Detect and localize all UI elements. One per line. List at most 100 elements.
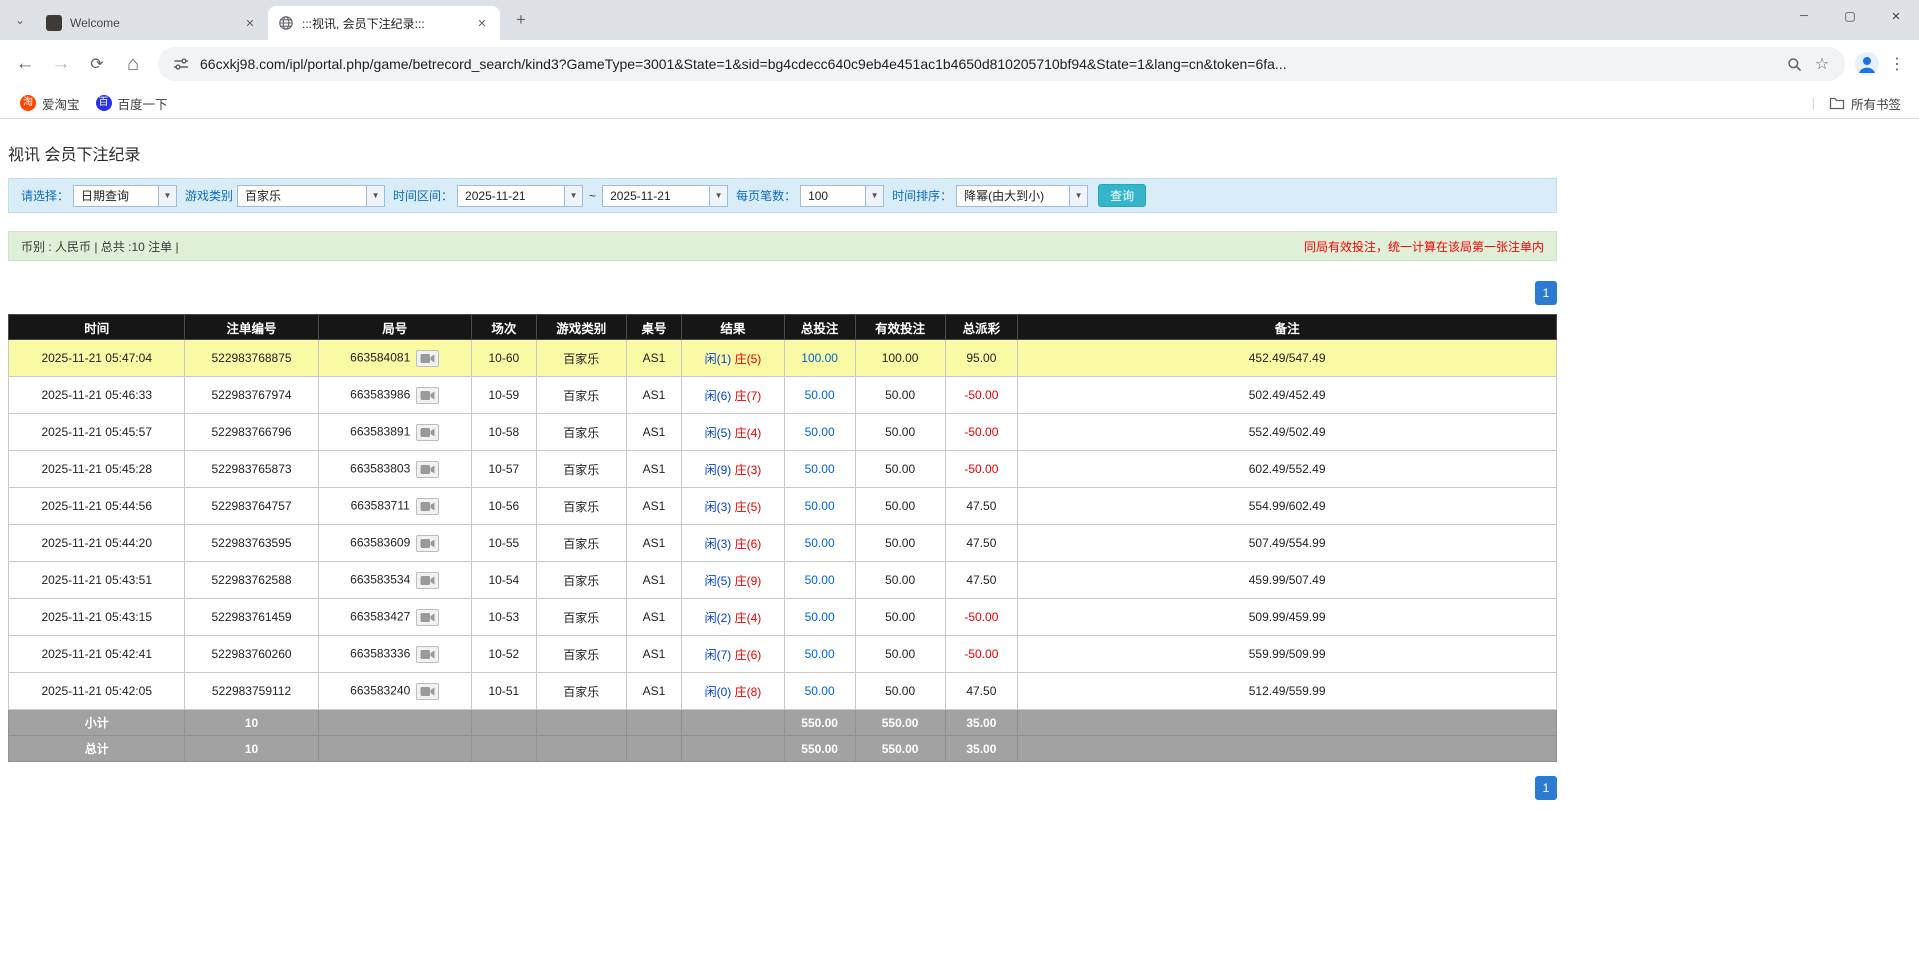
cell-table-no: AS1: [626, 599, 682, 636]
per-page-label: 每页笔数：: [736, 187, 796, 204]
chevron-down-icon[interactable]: ▼: [564, 186, 582, 206]
bookmark-star-icon[interactable]: ☆: [1811, 53, 1833, 75]
cell-session: 10-59: [471, 377, 536, 414]
column-header: 注单编号: [185, 315, 318, 340]
total-bet-link[interactable]: 50.00: [805, 388, 835, 402]
bookmark-baidu[interactable]: 百 百度一下: [88, 91, 176, 116]
video-replay-icon[interactable]: [416, 609, 439, 626]
tab-search-chevron-icon[interactable]: ⌄: [8, 8, 32, 32]
cell-bet-id: 522983766796: [185, 414, 318, 451]
sum-empty: [318, 710, 471, 736]
video-replay-icon[interactable]: [416, 572, 439, 589]
video-replay-icon[interactable]: [416, 646, 439, 663]
total-bet-link[interactable]: 50.00: [805, 536, 835, 550]
page-1-button[interactable]: 1: [1535, 776, 1557, 800]
cell-round: 663583336: [318, 636, 471, 673]
cell-total-bet: 50.00: [784, 525, 855, 562]
tab-close-icon[interactable]: ✕: [242, 15, 258, 31]
cell-round: 663583891: [318, 414, 471, 451]
cell-note: 602.49/552.49: [1018, 451, 1557, 488]
video-replay-icon[interactable]: [416, 387, 439, 404]
tab-close-icon[interactable]: ✕: [474, 15, 490, 31]
sum-count: 10: [185, 736, 318, 762]
cell-bet-id: 522983759112: [185, 673, 318, 710]
column-header: 有效投注: [855, 315, 945, 340]
total-bet-link[interactable]: 50.00: [805, 425, 835, 439]
cell-time: 2025-11-21 05:42:41: [9, 636, 185, 673]
game-type-select[interactable]: 百家乐 ▼: [237, 185, 385, 207]
cell-table-no: AS1: [626, 451, 682, 488]
chevron-down-icon[interactable]: ▼: [366, 186, 384, 206]
cell-table-no: AS1: [626, 562, 682, 599]
round-number: 663583711: [351, 498, 410, 512]
zoom-icon[interactable]: [1783, 53, 1805, 75]
sort-select[interactable]: 降幂(由大到小) ▼: [956, 185, 1088, 207]
video-replay-icon[interactable]: [416, 535, 439, 552]
page-body: 视讯 会员下注纪录 请选择： 日期查询 ▼ 游戏类别 百家乐 ▼ 时间区间： 2…: [0, 119, 1919, 969]
forward-icon[interactable]: →: [44, 47, 78, 81]
window-close-button[interactable]: ✕: [1873, 0, 1919, 32]
cell-table-no: AS1: [626, 525, 682, 562]
result-player: 闲(7): [705, 648, 732, 662]
video-replay-icon[interactable]: [416, 683, 439, 700]
date-from-input[interactable]: 2025-11-21 ▼: [457, 185, 583, 207]
total-bet-link[interactable]: 50.00: [805, 462, 835, 476]
cell-time: 2025-11-21 05:44:56: [9, 488, 185, 525]
url-omnibox[interactable]: 66cxkj98.com/ipl/portal.php/game/betreco…: [158, 47, 1845, 81]
cell-total-bet: 50.00: [784, 636, 855, 673]
chevron-down-icon[interactable]: ▼: [1069, 186, 1087, 206]
query-button[interactable]: 查询: [1098, 184, 1146, 207]
tab-title: Welcome: [70, 16, 236, 30]
all-bookmarks-button[interactable]: 所有书签: [1823, 91, 1907, 116]
sort-label: 时间排序：: [892, 187, 952, 204]
chrome-menu-icon[interactable]: ⋮: [1883, 50, 1911, 78]
chevron-down-icon[interactable]: ▼: [158, 186, 176, 206]
result-player: 闲(9): [705, 463, 732, 477]
cell-note: 502.49/452.49: [1018, 377, 1557, 414]
range-separator: ~: [589, 189, 596, 203]
refresh-icon[interactable]: ⟳: [80, 47, 114, 81]
tab-welcome[interactable]: Welcome ✕: [36, 6, 268, 40]
video-replay-icon[interactable]: [416, 424, 439, 441]
home-icon[interactable]: ⌂: [116, 47, 150, 81]
cell-valid-bet: 50.00: [855, 636, 945, 673]
total-bet-link[interactable]: 50.00: [805, 573, 835, 587]
total-bet-link[interactable]: 100.00: [801, 351, 838, 365]
sum-empty: [471, 736, 536, 762]
cell-payout: -50.00: [945, 451, 1018, 488]
url-text[interactable]: 66cxkj98.com/ipl/portal.php/game/betreco…: [200, 56, 1783, 72]
chevron-down-icon[interactable]: ▼: [865, 186, 883, 206]
site-info-icon[interactable]: [170, 53, 192, 75]
result-banker: 庄(3): [735, 463, 762, 477]
round-number: 663583336: [350, 646, 410, 660]
total-bet-link[interactable]: 50.00: [805, 610, 835, 624]
bookmark-aitaobao[interactable]: 淘 爱淘宝: [12, 91, 88, 116]
column-header: 场次: [471, 315, 536, 340]
cell-round: 663583240: [318, 673, 471, 710]
maximize-button[interactable]: ▢: [1827, 0, 1873, 32]
total-bet-link[interactable]: 50.00: [805, 647, 835, 661]
sum-payout: 35.00: [945, 710, 1018, 736]
cell-time: 2025-11-21 05:43:51: [9, 562, 185, 599]
date-to-input[interactable]: 2025-11-21 ▼: [602, 185, 728, 207]
back-icon[interactable]: ←: [8, 47, 42, 81]
video-replay-icon[interactable]: [416, 461, 439, 478]
table-row: 2025-11-21 05:45:28522983765873663583803…: [9, 451, 1557, 488]
per-page-select[interactable]: 100 ▼: [800, 185, 884, 207]
query-type-select[interactable]: 日期查询 ▼: [73, 185, 177, 207]
video-replay-icon[interactable]: [416, 350, 439, 367]
page-1-button[interactable]: 1: [1535, 281, 1557, 305]
cell-valid-bet: 50.00: [855, 451, 945, 488]
chevron-down-icon[interactable]: ▼: [709, 186, 727, 206]
result-banker: 庄(7): [735, 389, 762, 403]
total-bet-link[interactable]: 50.00: [805, 499, 835, 513]
cell-note: 509.99/459.99: [1018, 599, 1557, 636]
sum-total-bet: 550.00: [784, 736, 855, 762]
tab-betrecord[interactable]: :::视讯, 会员下注纪录::: ✕: [268, 6, 500, 40]
minimize-button[interactable]: ─: [1781, 0, 1827, 32]
video-replay-icon[interactable]: [416, 498, 439, 515]
total-bet-link[interactable]: 50.00: [805, 684, 835, 698]
cell-session: 10-53: [471, 599, 536, 636]
new-tab-button[interactable]: +: [508, 7, 534, 33]
profile-avatar[interactable]: [1853, 50, 1881, 78]
